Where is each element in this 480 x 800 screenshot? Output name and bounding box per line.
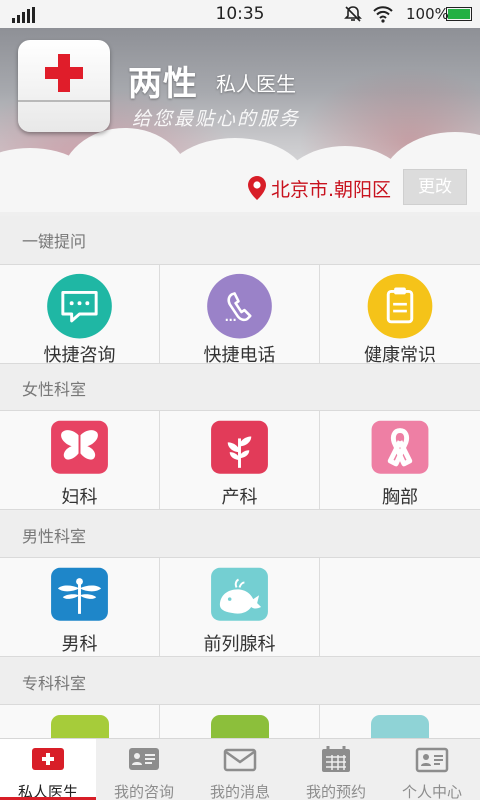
tab-label: 我的预约 xyxy=(305,783,366,800)
calendar-icon xyxy=(322,746,350,772)
mute-icon xyxy=(344,6,362,22)
section-title-quick-ask: 一键提问 xyxy=(0,216,480,266)
tab-personal-center[interactable]: 个人中心 xyxy=(384,739,480,800)
app-logo xyxy=(18,40,110,132)
section-title-male: 男性科室 xyxy=(0,511,480,561)
breast-item[interactable]: 胸部 xyxy=(320,411,480,509)
andrology-label: 男科 xyxy=(61,634,98,655)
empty-cell xyxy=(320,558,480,656)
header-banner: 两性 私人医生 给您最贴心的服务 北京市.朝阳区 更改 xyxy=(0,28,480,212)
tab-label: 个人中心 xyxy=(401,783,462,800)
section-title-specialty: 专科科室 xyxy=(0,658,480,708)
tab-my-appointments[interactable]: 我的预约 xyxy=(288,739,384,800)
prostate-item[interactable]: 前列腺科 xyxy=(160,558,320,656)
quick-consult-item[interactable]: 快捷咨询 xyxy=(0,265,160,366)
app-slogan: 给您最贴心的服务 xyxy=(132,108,301,130)
quick-call-item[interactable]: 快捷电话 xyxy=(160,265,320,366)
obstetrics-item[interactable]: 产科 xyxy=(160,411,320,509)
health-knowledge-item[interactable]: 健康常识 xyxy=(320,265,480,366)
tab-private-doctor[interactable]: 私人医生 xyxy=(0,739,96,800)
change-location-button[interactable]: 更改 xyxy=(403,169,467,205)
male-dept-row: 男科 前列腺科 xyxy=(0,557,480,657)
obstetrics-label: 产科 xyxy=(221,487,258,508)
tab-label: 我的消息 xyxy=(209,783,270,800)
location-pin-icon xyxy=(248,176,266,200)
app-title: 两性 xyxy=(128,64,198,104)
breast-label: 胸部 xyxy=(382,487,418,508)
female-dept-row: 妇科 产科 胸部 xyxy=(0,410,480,510)
tab-my-consults[interactable]: 我的咨询 xyxy=(96,739,192,800)
tab-label: 我的咨询 xyxy=(113,783,174,800)
quick-ask-row: 快捷咨询 快捷电话 健康常识 xyxy=(0,264,480,366)
app-subtitle: 私人医生 xyxy=(216,72,296,96)
gynecology-label: 妇科 xyxy=(61,487,98,508)
prostate-label: 前列腺科 xyxy=(203,634,276,655)
bottom-tab-bar: 私人医生 我的咨询 我的消息 我的预约 个人中心 xyxy=(0,738,480,800)
section-title-female: 女性科室 xyxy=(0,364,480,414)
medical-kit-icon xyxy=(32,748,64,770)
contact-card-icon xyxy=(129,748,159,770)
envelope-icon xyxy=(223,748,257,772)
location-text: 北京市.朝阳区 xyxy=(271,179,392,201)
id-card-icon xyxy=(415,747,449,773)
gynecology-item[interactable]: 妇科 xyxy=(0,411,160,509)
tab-my-messages[interactable]: 我的消息 xyxy=(192,739,288,800)
battery-percent: 100% xyxy=(406,5,449,23)
status-bar: 10:35 100% xyxy=(0,0,480,28)
andrology-item[interactable]: 男科 xyxy=(0,558,160,656)
wifi-icon xyxy=(373,6,393,23)
battery-icon xyxy=(446,7,472,21)
